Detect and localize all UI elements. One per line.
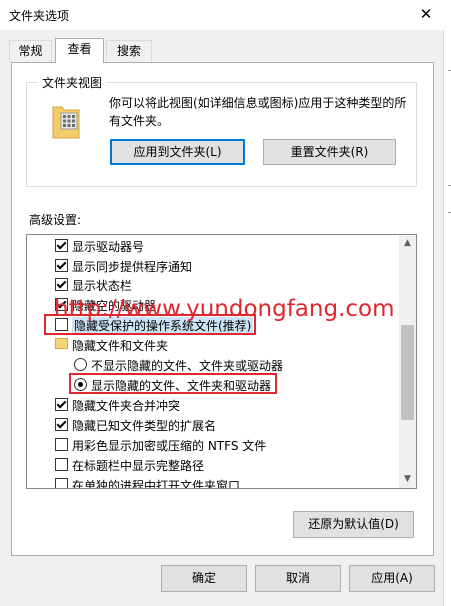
checkbox[interactable] [55, 418, 68, 431]
radio-button[interactable] [74, 378, 87, 391]
apply-to-folders-button[interactable]: 应用到文件夹(L) [110, 139, 245, 165]
list-item-label: 显示状态栏 [72, 279, 133, 293]
checkbox[interactable] [55, 478, 68, 488]
list-item[interactable]: 隐藏文件夹合并冲突 [27, 395, 399, 415]
list-item[interactable]: 在单独的进程中打开文件夹窗口 [27, 475, 399, 489]
tab-view[interactable]: 查看 [55, 38, 104, 63]
checkbox[interactable] [55, 259, 68, 272]
apply-button[interactable]: 应用(A) [349, 565, 435, 592]
list-item[interactable]: 用彩色显示加密或压缩的 NTFS 文件 [27, 435, 399, 455]
window-title: 文件夹选项 [9, 9, 70, 23]
scroll-up-icon[interactable]: ▲ [399, 235, 416, 252]
list-item[interactable]: 显示驱动器号 [27, 236, 399, 256]
restore-defaults-button[interactable]: 还原为默认值(D) [293, 511, 414, 538]
list-item-label: 在标题栏中显示完整路径 [72, 459, 205, 473]
tab-general[interactable]: 常规 [9, 40, 52, 63]
list-item-label: 不显示隐藏的文件、文件夹或驱动器 [91, 359, 284, 373]
checkbox[interactable] [55, 458, 68, 471]
reset-folders-button[interactable]: 重置文件夹(R) [263, 139, 396, 165]
watermark-text: http://www.yundongfang.com [54, 296, 395, 322]
title-bar: 文件夹选项 ✕ [0, 0, 451, 30]
list-item-label: 隐藏已知文件类型的扩展名 [72, 419, 217, 433]
list-item-label: 隐藏文件和文件夹 [72, 339, 169, 353]
ok-button[interactable]: 确定 [161, 565, 247, 592]
list-item[interactable]: 隐藏文件和文件夹 [27, 335, 399, 355]
advanced-settings-list[interactable]: 显示驱动器号 显示同步提供程序通知 显示状态栏 隐藏空的驱动器 隐藏受保护的操作… [26, 234, 417, 489]
list-item[interactable]: 显示状态栏 [27, 275, 399, 295]
checkbox[interactable] [55, 398, 68, 411]
checkbox[interactable] [55, 239, 68, 252]
checkbox[interactable] [55, 278, 68, 291]
scroll-down-icon[interactable]: ▼ [399, 471, 416, 488]
folder-views-title: 文件夹视图 [38, 74, 107, 91]
folder-view-icon [52, 106, 80, 139]
radio-button[interactable] [74, 358, 87, 371]
vertical-scrollbar[interactable]: ▲ ▼ [399, 235, 416, 488]
list-item-label: 用彩色显示加密或压缩的 NTFS 文件 [72, 439, 267, 453]
list-item[interactable]: 不显示隐藏的文件、文件夹或驱动器 [27, 355, 399, 375]
close-icon[interactable]: ✕ [410, 0, 442, 30]
scroll-thumb[interactable] [401, 325, 414, 420]
background-window-edge [443, 30, 451, 606]
folder-icon [55, 338, 68, 349]
list-item-label: 显示同步提供程序通知 [72, 260, 193, 274]
list-item-label: 在单独的进程中打开文件夹窗口 [72, 479, 241, 489]
list-item[interactable]: 显示隐藏的文件、文件夹和驱动器 [27, 375, 399, 395]
advanced-settings-label: 高级设置: [29, 213, 82, 227]
tab-search[interactable]: 搜索 [106, 40, 152, 63]
list-item[interactable]: 显示同步提供程序通知 [27, 256, 399, 276]
list-item-label: 显示隐藏的文件、文件夹和驱动器 [91, 379, 272, 393]
list-item-label: 隐藏文件夹合并冲突 [72, 399, 181, 413]
list-item-label: 显示驱动器号 [72, 240, 145, 254]
list-item[interactable]: 隐藏已知文件类型的扩展名 [27, 415, 399, 435]
list-item[interactable]: 在标题栏中显示完整路径 [27, 455, 399, 475]
checkbox[interactable] [55, 438, 68, 451]
folder-views-description: 你可以将此视图(如详细信息或图标)应用于这种类型的所有文件夹。 [109, 96, 407, 128]
cancel-button[interactable]: 取消 [255, 565, 341, 592]
